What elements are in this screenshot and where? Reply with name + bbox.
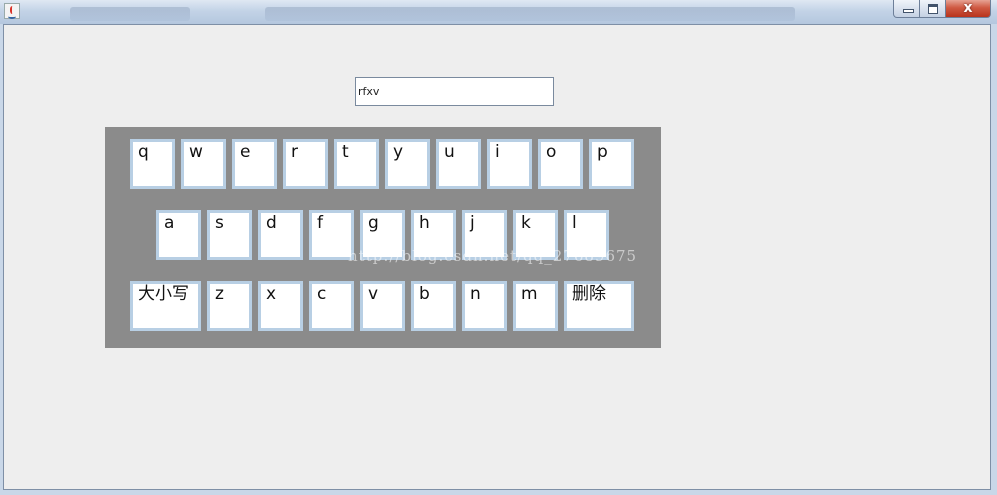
close-icon: x (963, 0, 973, 16)
key-u[interactable]: u (436, 139, 481, 189)
key-i[interactable]: i (487, 139, 532, 189)
key-v[interactable]: v (360, 281, 405, 331)
close-button[interactable]: x (946, 0, 991, 18)
maximize-button[interactable] (920, 0, 946, 18)
key-h[interactable]: h (411, 210, 456, 260)
key-c[interactable]: c (309, 281, 354, 331)
title-bar[interactable]: x (0, 0, 997, 24)
java-app-icon[interactable] (4, 3, 20, 19)
background-blur (265, 7, 795, 21)
window-content: rfxv q w e r t y u i o p a s d f g h j k… (3, 24, 991, 490)
key-t[interactable]: t (334, 139, 379, 189)
key-m[interactable]: m (513, 281, 558, 331)
key-caps-toggle[interactable]: 大小写 (130, 281, 201, 331)
key-f[interactable]: f (309, 210, 354, 260)
window-controls: x (893, 0, 991, 18)
key-y[interactable]: y (385, 139, 430, 189)
background-blur (70, 7, 190, 21)
key-a[interactable]: a (156, 210, 201, 260)
key-z[interactable]: z (207, 281, 252, 331)
key-p[interactable]: p (589, 139, 634, 189)
key-q[interactable]: q (130, 139, 175, 189)
text-input[interactable]: rfxv (355, 77, 554, 106)
key-s[interactable]: s (207, 210, 252, 260)
key-r[interactable]: r (283, 139, 328, 189)
key-o[interactable]: o (538, 139, 583, 189)
minimize-button[interactable] (893, 0, 920, 18)
key-g[interactable]: g (360, 210, 405, 260)
key-l[interactable]: l (564, 210, 609, 260)
key-n[interactable]: n (462, 281, 507, 331)
key-e[interactable]: e (232, 139, 277, 189)
on-screen-keyboard: q w e r t y u i o p a s d f g h j k l 大小… (105, 127, 661, 348)
key-delete[interactable]: 删除 (564, 281, 634, 331)
key-b[interactable]: b (411, 281, 456, 331)
key-j[interactable]: j (462, 210, 507, 260)
key-d[interactable]: d (258, 210, 303, 260)
key-k[interactable]: k (513, 210, 558, 260)
key-x[interactable]: x (258, 281, 303, 331)
key-w[interactable]: w (181, 139, 226, 189)
